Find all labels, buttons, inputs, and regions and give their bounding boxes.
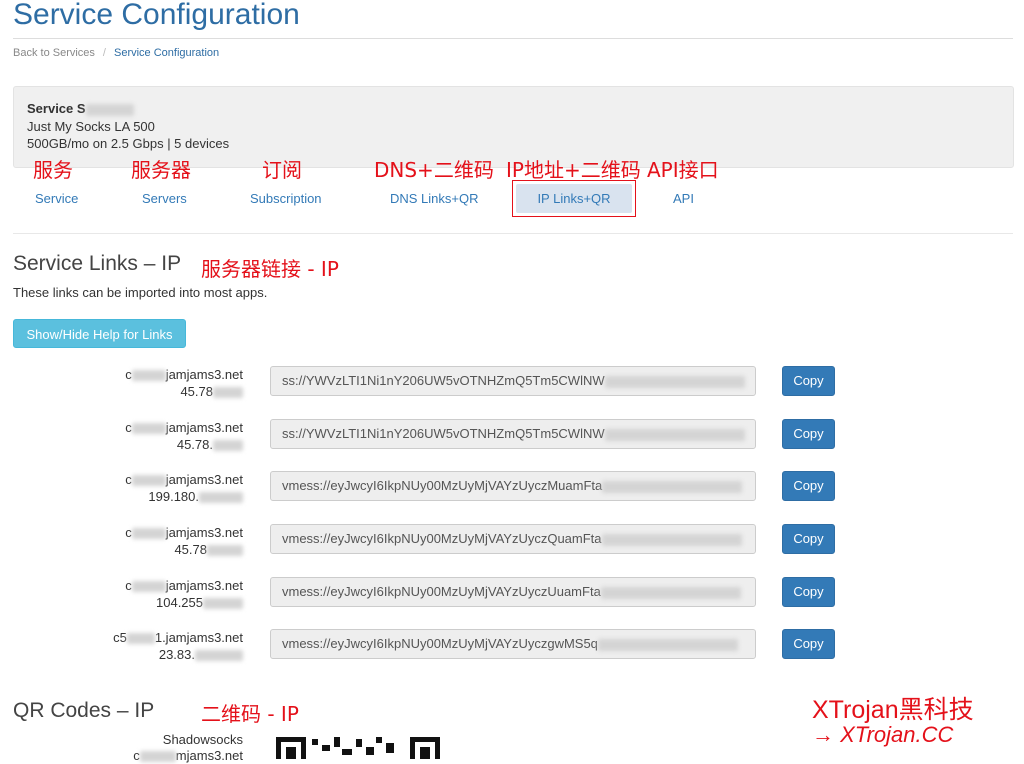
tab-subscription[interactable]: Subscription [250,191,322,206]
host-ip: 45.78. [176,437,213,452]
redacted-blur [131,528,166,540]
copy-button[interactable]: Copy [782,419,835,449]
tab-api[interactable]: API [673,191,694,206]
breadcrumb-separator: / [102,47,106,59]
link-row-host: c jamjams3.net 104.255 [13,577,243,611]
link-text: vmess://eyJwcyI6IkpNUy00MzUyMjVAYzUyczMu… [282,478,603,493]
links-section-annotation: 服务器链接 - IP [201,257,339,281]
redacted-blur [195,650,243,662]
service-plan: Just My Socks LA 500 [27,119,155,134]
qr-code-image [276,737,440,759]
host-ip: 45.78 [180,384,213,399]
host-ip: 199.180. [148,489,199,504]
host-suffix: jamjams3.net [165,420,243,435]
host-prefix: c [125,472,132,487]
tab-service[interactable]: Service [35,191,78,206]
redacted-blur [203,598,243,610]
copy-button[interactable]: Copy [782,577,835,607]
link-row-host: c5 1.jamjams3.net 23.83. [13,629,243,663]
host-prefix: c [125,525,132,540]
redacted-blur [604,428,745,441]
host-suffix: jamjams3.net [165,472,243,487]
tab-annotation-subscription: 订阅 [262,158,302,182]
qr-host-suffix: mjams3.net [175,748,243,763]
watermark-brand: XTrojan黑科技 [812,696,974,724]
qr-protocol-label: Shadowsocks [162,732,243,747]
service-name-text: Service S [27,101,86,116]
breadcrumb-back-link[interactable]: Back to Services [13,47,95,59]
redacted-blur [131,581,166,593]
redacted-blur [131,423,166,435]
link-text: ss://YWVzLTI1Ni1nY206UW5vOTNHZmQ5Tm5CWlN… [282,373,605,388]
watermark-url: → XTrojan.CC [812,722,954,747]
redacted-blur [597,638,738,651]
tab-annotation-ip: IP地址+二维码 [506,158,641,182]
redacted-blur [131,370,166,382]
tab-servers[interactable]: Servers [142,191,187,206]
link-text: vmess://eyJwcyI6IkpNUy00MzUyMjVAYzUyczgw… [282,636,598,651]
toggle-help-button[interactable]: Show/Hide Help for Links [13,319,186,348]
link-text: vmess://eyJwcyI6IkpNUy00MzUyMjVAYzUyczUu… [282,584,601,599]
service-name: Service S [27,101,134,116]
tab-annotation-api: API接口 [647,158,719,182]
copy-button[interactable]: Copy [782,629,835,659]
link-row-host: c jamjams3.net 199.180. [13,471,243,505]
links-section-subtitle: These links can be imported into most ap… [13,285,268,300]
breadcrumb-current[interactable]: Service Configuration [114,47,219,59]
tab-dns-links[interactable]: DNS Links+QR [390,191,479,206]
link-field[interactable]: ss://YWVzLTI1Ni1nY206UW5vOTNHZmQ5Tm5CWlN… [270,366,756,396]
host-suffix: jamjams3.net [165,578,243,593]
host-ip: 45.78 [174,542,207,557]
host-prefix: c [125,367,132,382]
host-prefix: c [125,420,132,435]
redacted-blur [600,586,741,599]
tab-annotation-servers: 服务器 [131,158,191,182]
link-field[interactable]: vmess://eyJwcyI6IkpNUy00MzUyMjVAYzUyczMu… [270,471,756,501]
redacted-blur [131,475,166,487]
host-prefix: c5 [113,630,127,645]
tab-annotation-dns: DNS+二维码 [374,158,494,182]
copy-button[interactable]: Copy [782,471,835,501]
page-title: Service Configuration [13,0,300,31]
link-row-host: c jamjams3.net 45.78 [13,524,243,558]
host-suffix: jamjams3.net [165,367,243,382]
qr-section-annotation: 二维码 - IP [201,702,299,726]
link-field[interactable]: vmess://eyJwcyI6IkpNUy00MzUyMjVAYzUyczQu… [270,524,756,554]
copy-button[interactable]: Copy [782,524,835,554]
link-text: ss://YWVzLTI1Ni1nY206UW5vOTNHZmQ5Tm5CWlN… [282,426,605,441]
tabs-divider [13,233,1013,234]
redacted-blur [602,480,743,493]
links-section-title: Service Links – IP [13,252,182,275]
redacted-blur [199,492,243,504]
host-prefix: c [125,578,132,593]
host-suffix: jamjams3.net [165,525,243,540]
tab-ip-links[interactable]: IP Links+QR [516,184,632,213]
qr-section-title: QR Codes – IP [13,699,155,722]
link-field[interactable]: vmess://eyJwcyI6IkpNUy00MzUyMjVAYzUyczUu… [270,577,756,607]
redacted-blur [601,533,742,546]
host-suffix: 1.jamjams3.net [154,630,243,645]
redacted-blur [213,387,243,399]
redacted-blur [207,545,243,557]
qr-host-fragment: c [133,748,140,763]
redacted-blur [85,103,134,116]
tab-annotation-service: 服务 [33,158,73,182]
redacted-blur [604,375,745,388]
link-row-host: c jamjams3.net 45.78. [13,419,243,453]
service-details: 500GB/mo on 2.5 Gbps | 5 devices [27,136,230,151]
link-field[interactable]: vmess://eyJwcyI6IkpNUy00MzUyMjVAYzUyczgw… [270,629,756,659]
qr-label: Shadowsocks c mjams3.net [13,732,243,764]
redacted-blur [126,633,155,645]
link-row-host: c jamjams3.net 45.78 [13,366,243,400]
link-text: vmess://eyJwcyI6IkpNUy00MzUyMjVAYzUyczQu… [282,531,602,546]
breadcrumb: Back to Services / Service Configuration [13,47,219,59]
copy-button[interactable]: Copy [782,366,835,396]
link-field[interactable]: ss://YWVzLTI1Ni1nY206UW5vOTNHZmQ5Tm5CWlN… [270,419,756,449]
redacted-blur [213,440,243,452]
host-ip: 23.83. [158,647,195,662]
host-ip: 104.255 [156,595,203,610]
title-divider [13,38,1013,39]
